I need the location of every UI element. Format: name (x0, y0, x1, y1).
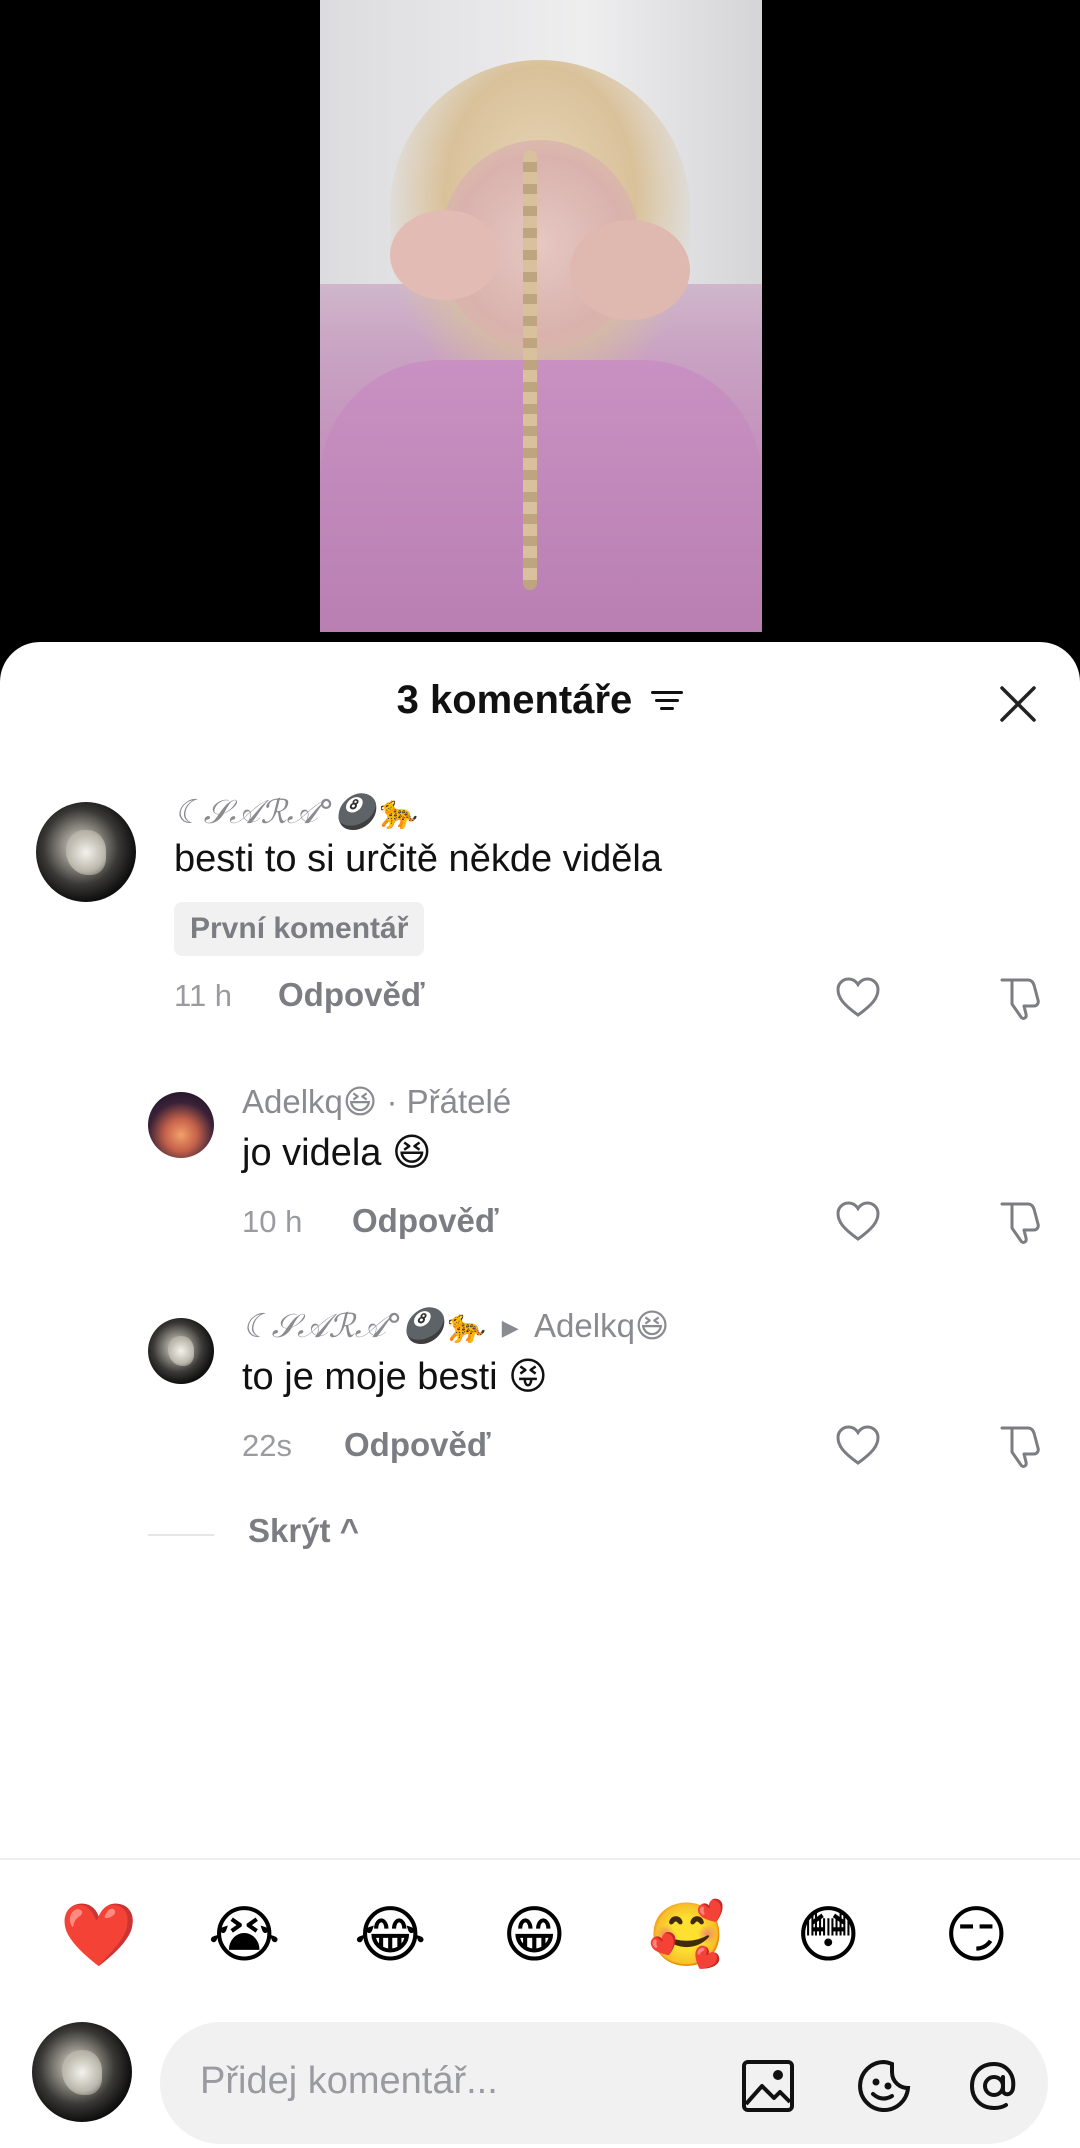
image-icon[interactable] (740, 2058, 796, 2114)
emoji-smiling-hearts[interactable]: 🥰 (648, 1900, 725, 1970)
avatar[interactable] (148, 1092, 214, 1158)
reply-button[interactable]: Odpověď (278, 976, 425, 1014)
like-heart-icon[interactable] (834, 1198, 882, 1246)
comment-text: jo videla 😆 (242, 1132, 432, 1174)
emoji-tears-of-joy[interactable]: 😂 (354, 1900, 426, 1970)
comment-input-row: Přidej komentář... (0, 2002, 1080, 2148)
dislike-icon[interactable] (994, 1198, 1042, 1246)
video-player[interactable] (0, 0, 1080, 660)
filter-lines-icon[interactable] (651, 680, 684, 725)
dislike-icon[interactable] (994, 1422, 1042, 1470)
emoji-crying[interactable]: 😭 (208, 1900, 280, 1970)
comment-text: to je moje besti 😝 (242, 1356, 548, 1398)
comment-username[interactable]: Adelkq😆 · Přátelé (242, 1082, 511, 1121)
avatar[interactable] (148, 1318, 214, 1384)
emoji-quick-bar: ❤️ 😭 😂 😁 🥰 😳 😏 (0, 1878, 1080, 1988)
comment-time: 10 h (242, 1204, 303, 1239)
comments-sheet: 3 komentáře ☾𝒮𝒜ℛ𝒜°🎱🐆 besti to si určitě … (0, 642, 1080, 2148)
sheet-header: 3 komentáře (0, 642, 1080, 762)
hide-replies-button[interactable]: Skrýt ^ (248, 1512, 359, 1550)
dislike-icon[interactable] (994, 974, 1042, 1022)
like-heart-icon[interactable] (834, 974, 882, 1022)
comment-text: besti to si určitě někde viděla (174, 838, 662, 880)
emoji-smirk[interactable]: 😏 (944, 1900, 1009, 1970)
comment-time: 11 h (174, 978, 233, 1013)
reply-button[interactable]: Odpověď (344, 1426, 491, 1464)
mention-icon[interactable] (966, 2058, 1022, 2114)
comment-input-placeholder: Přidej komentář... (200, 2060, 498, 2102)
comment-username[interactable]: ☾𝒮𝒜ℛ𝒜°🎱🐆 ▶ Adelkq😆 (242, 1306, 669, 1346)
emoji-heart[interactable]: ❤️ (60, 1900, 137, 1970)
avatar[interactable] (36, 802, 136, 902)
reply-button[interactable]: Odpověď (352, 1202, 499, 1240)
divider (0, 1858, 1080, 1860)
video-frame (320, 0, 762, 632)
hide-replies-line (148, 1534, 214, 1536)
first-comment-badge: První komentář (174, 902, 425, 956)
like-heart-icon[interactable] (834, 1422, 882, 1470)
avatar[interactable] (32, 2022, 132, 2122)
emoji-flushed[interactable]: 😳 (796, 1900, 861, 1970)
comments-count-label: 3 komentáře (396, 678, 633, 722)
sticker-icon[interactable] (856, 2058, 912, 2114)
reply-to-username[interactable]: Adelkq😆 (534, 1307, 669, 1344)
close-icon[interactable] (996, 682, 1040, 726)
comment-input[interactable]: Přidej komentář... (160, 2022, 1048, 2144)
comment-time: 22s (242, 1428, 292, 1463)
comments-title: 3 komentáře (0, 678, 1080, 725)
friends-label: · Přátelé (386, 1083, 512, 1120)
emoji-grin[interactable]: 😁 (502, 1900, 567, 1970)
comment-username[interactable]: ☾𝒮𝒜ℛ𝒜°🎱🐆 (174, 792, 417, 832)
reply-arrow-icon: ▶ (501, 1315, 519, 1341)
